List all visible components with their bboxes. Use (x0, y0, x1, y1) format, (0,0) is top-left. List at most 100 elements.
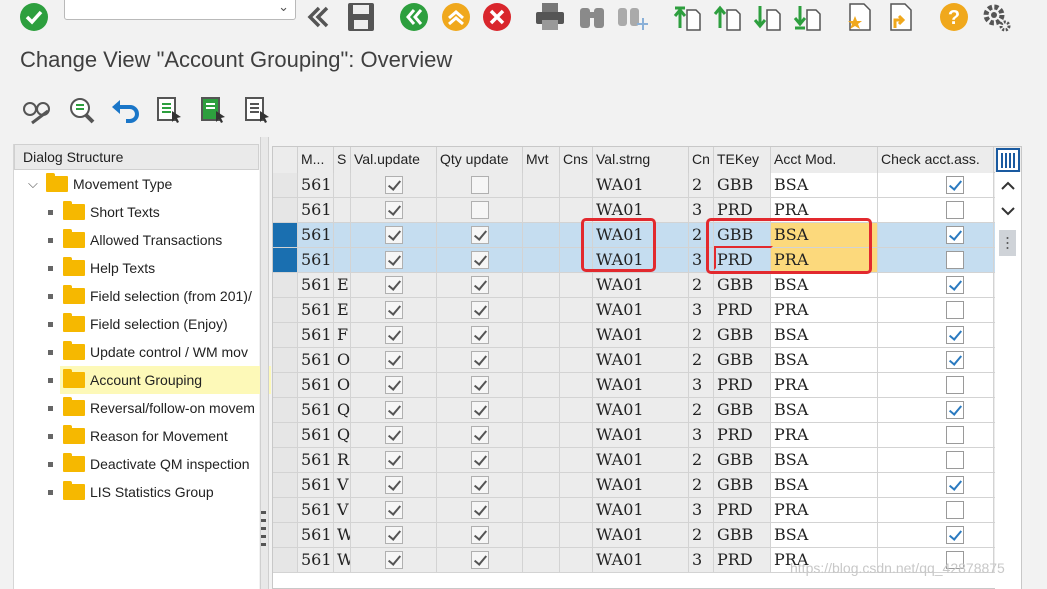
cancel-icon[interactable] (481, 1, 513, 33)
checkbox[interactable] (946, 426, 964, 444)
column-header[interactable]: S (334, 147, 351, 173)
checkbox[interactable] (946, 276, 964, 294)
table-cell-mvt (523, 523, 560, 548)
display-change-icon[interactable] (20, 93, 54, 127)
dialog-structure-panel: Dialog Structure ⌵ Movement Type Short T… (13, 144, 271, 589)
row-selector[interactable] (273, 273, 298, 298)
table-cell-acct-mod[interactable]: BSA (771, 448, 878, 473)
column-header[interactable]: Mvt (523, 147, 560, 173)
tree-item[interactable]: Update control / WM mov (48, 338, 248, 366)
chevron-down-icon[interactable]: ⌵ (28, 176, 44, 192)
row-selector[interactable] (273, 173, 298, 198)
checkbox[interactable] (946, 376, 964, 394)
create-session-icon[interactable] (843, 1, 875, 33)
column-header[interactable]: Val.strng (593, 147, 689, 173)
previous-page-icon[interactable] (710, 1, 742, 33)
table-cell-acct-mod[interactable]: BSA (771, 323, 878, 348)
tree-item[interactable]: Help Texts (48, 254, 155, 282)
row-selector[interactable] (273, 348, 298, 373)
tree-item[interactable]: Short Texts (48, 198, 160, 226)
undo-icon[interactable] (108, 93, 142, 127)
row-selector[interactable] (273, 523, 298, 548)
row-selector[interactable] (273, 423, 298, 448)
print-icon[interactable] (534, 1, 566, 33)
row-selector[interactable] (273, 223, 298, 248)
deselect-all-icon[interactable] (240, 93, 274, 127)
tree-item[interactable]: Field selection (Enjoy) (48, 310, 228, 338)
row-selector[interactable] (273, 548, 298, 573)
row-selector[interactable] (273, 298, 298, 323)
find-icon[interactable] (576, 1, 608, 33)
table-cell-tekey: PRD (714, 498, 771, 523)
table-cell-val-strng: WA01 (593, 373, 689, 398)
table-cell-acct-mod[interactable]: BSA (771, 348, 878, 373)
checkbox[interactable] (946, 326, 964, 344)
table-cell-acct-mod[interactable]: BSA (771, 473, 878, 498)
tree-item[interactable]: Deactivate QM inspection (48, 450, 250, 478)
row-selector[interactable] (273, 448, 298, 473)
save-icon[interactable] (345, 1, 377, 33)
enter-icon[interactable] (18, 1, 50, 33)
checkbox[interactable] (946, 201, 964, 219)
next-page-icon[interactable] (750, 1, 782, 33)
tree-item[interactable]: Reason for Movement (48, 422, 228, 450)
tree-root-movement-type[interactable]: ⌵ Movement Type (28, 170, 172, 198)
row-selector[interactable] (273, 473, 298, 498)
table-cell-acct-mod[interactable]: BSA (771, 273, 878, 298)
tree-item[interactable]: Allowed Transactions (48, 226, 222, 254)
checkbox[interactable] (946, 176, 964, 194)
select-block-icon[interactable] (196, 93, 230, 127)
row-selector[interactable] (273, 323, 298, 348)
select-all-corner[interactable] (273, 147, 298, 173)
details-icon[interactable] (64, 93, 98, 127)
row-selector[interactable] (273, 373, 298, 398)
exit-icon[interactable] (440, 1, 472, 33)
checkbox[interactable] (946, 501, 964, 519)
table-cell-acct-mod[interactable]: PRA (771, 298, 878, 323)
checkbox[interactable] (946, 301, 964, 319)
first-page-icon[interactable] (670, 1, 702, 33)
column-header[interactable]: Cns (560, 147, 593, 173)
last-page-icon[interactable] (790, 1, 822, 33)
column-settings-icon[interactable] (996, 148, 1020, 172)
tree-item[interactable]: Account Grouping (48, 366, 271, 394)
help-icon[interactable]: ? (938, 1, 970, 33)
tree-item[interactable]: Reversal/follow-on movem (48, 394, 255, 422)
row-selector[interactable] (273, 248, 298, 273)
checkbox[interactable] (946, 401, 964, 419)
column-header[interactable]: Qty update (437, 147, 523, 173)
table-cell-acct-mod[interactable]: BSA (771, 398, 878, 423)
back-icon[interactable] (302, 1, 334, 33)
checkbox[interactable] (946, 451, 964, 469)
vertical-scrollbar[interactable] (995, 172, 1021, 589)
table-cell-acct-mod[interactable]: PRA (771, 498, 878, 523)
select-all-icon[interactable] (152, 93, 186, 127)
checkbox[interactable] (946, 351, 964, 369)
chevron-down-icon[interactable]: ⌄ (278, 0, 289, 15)
column-header[interactable]: Check acct.ass. (878, 147, 994, 173)
find-next-icon[interactable] (616, 1, 648, 33)
tree-item[interactable]: Field selection (from 201)/ (48, 282, 252, 310)
row-selector[interactable] (273, 398, 298, 423)
checkbox[interactable] (946, 251, 964, 269)
splitter-grip (261, 519, 266, 522)
command-field[interactable]: ⌄ (64, 0, 296, 20)
table-cell-acct-mod[interactable]: BSA (771, 173, 878, 198)
checkbox[interactable] (946, 476, 964, 494)
column-header[interactable]: TEKey (714, 147, 771, 173)
settings-icon[interactable] (980, 1, 1012, 33)
shortcut-icon[interactable] (884, 1, 916, 33)
checkbox[interactable] (946, 526, 964, 544)
checkbox[interactable] (946, 226, 964, 244)
table-cell-acct-mod[interactable]: BSA (771, 523, 878, 548)
row-selector[interactable] (273, 198, 298, 223)
back-green-icon[interactable] (398, 1, 430, 33)
column-header[interactable]: M... (298, 147, 334, 173)
row-selector[interactable] (273, 498, 298, 523)
table-cell-acct-mod[interactable]: PRA (771, 373, 878, 398)
tree-item[interactable]: LIS Statistics Group (48, 478, 214, 506)
table-cell-acct-mod[interactable]: PRA (771, 423, 878, 448)
column-header[interactable]: Acct Mod. (771, 147, 878, 173)
column-header[interactable]: Cn (689, 147, 714, 173)
column-header[interactable]: Val.update (351, 147, 437, 173)
